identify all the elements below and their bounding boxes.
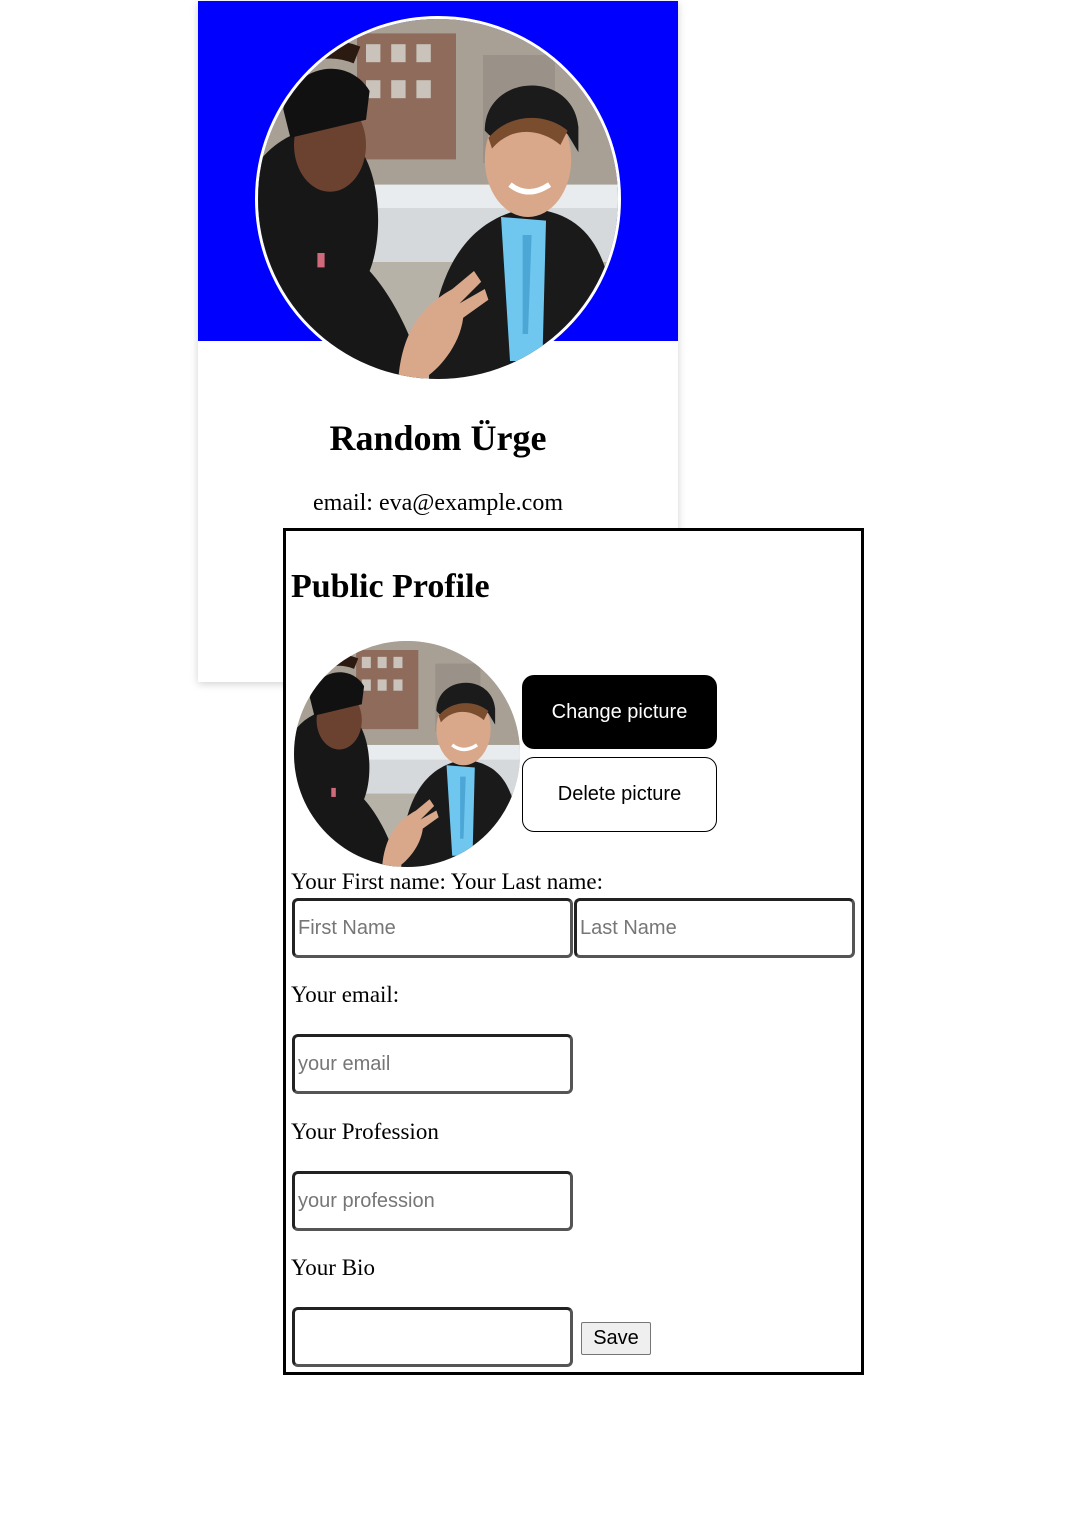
first-name-input[interactable]	[292, 898, 573, 958]
email-label: Your email:	[291, 982, 400, 1007]
change-picture-button[interactable]: Change picture	[522, 675, 717, 749]
profile-avatar	[255, 16, 621, 382]
delete-picture-button[interactable]: Delete picture	[522, 757, 717, 832]
profession-input[interactable]	[292, 1171, 573, 1231]
last-name-input[interactable]	[574, 898, 855, 958]
bio-input[interactable]	[292, 1307, 573, 1367]
avatar-preview	[294, 641, 520, 867]
bio-label: Your Bio	[291, 1255, 375, 1280]
avatar-preview-image	[294, 641, 520, 867]
profile-name: Random Ürge	[329, 418, 547, 458]
public-profile-panel: Public Profile Change picture Delete pic…	[283, 528, 864, 1375]
name-label: Your First name: Your Last name:	[291, 869, 604, 894]
panel-title: Public Profile	[291, 568, 490, 605]
save-button[interactable]: Save	[581, 1322, 651, 1355]
profile-photo-image	[258, 19, 618, 379]
profession-label: Your Profession	[291, 1119, 439, 1144]
profile-email: email: eva@example.com	[313, 490, 563, 516]
email-input[interactable]	[292, 1034, 573, 1094]
